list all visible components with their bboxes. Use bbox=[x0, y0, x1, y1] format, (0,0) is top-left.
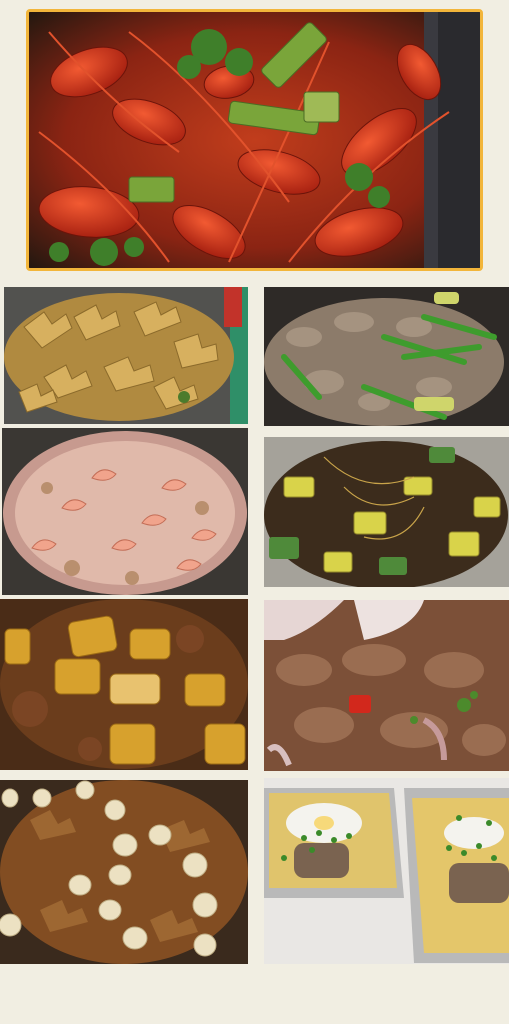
vegetable-stir-fry-photo bbox=[264, 437, 509, 587]
shrimp-dish-photo bbox=[2, 428, 248, 595]
beef-with-onion-photo bbox=[264, 600, 509, 771]
greens-and-meat-photo bbox=[264, 287, 509, 426]
egg-trays-photo bbox=[264, 778, 509, 964]
crawfish-photo bbox=[26, 9, 483, 271]
quail-egg-stew-photo bbox=[0, 780, 248, 964]
potato-stew-photo bbox=[0, 599, 248, 770]
chicken-feet-photo bbox=[4, 287, 248, 424]
